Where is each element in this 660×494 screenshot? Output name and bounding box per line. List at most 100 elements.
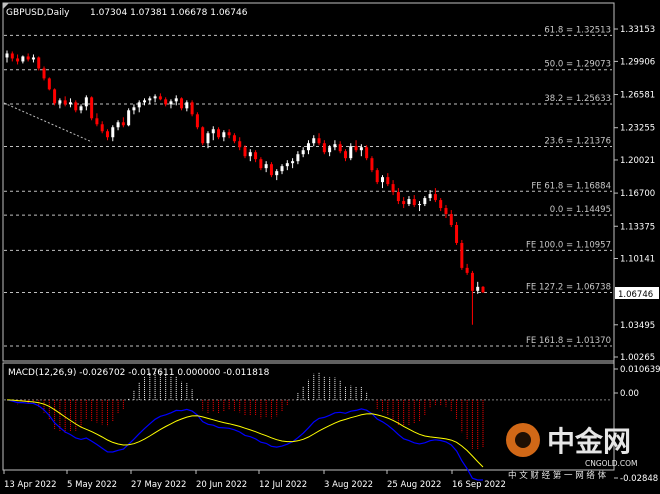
candle-body (185, 102, 189, 109)
candle-body (37, 57, 41, 69)
price-tick-label: 1.10141 (620, 255, 655, 265)
candle-body (16, 58, 20, 62)
candle-body (433, 194, 437, 201)
time-tick-label: 3 Aug 2022 (324, 480, 373, 490)
candle-body (26, 56, 30, 60)
candle-body (354, 146, 358, 151)
candle-body (254, 152, 258, 160)
candle-body (460, 242, 464, 268)
candle-body (211, 129, 215, 134)
candle-body (306, 143, 310, 151)
candle (481, 286, 485, 294)
candle-body (10, 53, 14, 59)
fib-level-label: FE 161.8 = 1.01370 (526, 336, 611, 346)
candle-body (201, 127, 205, 144)
candle-body (333, 144, 337, 148)
price-tick-label: 1.20021 (620, 156, 655, 166)
candle-body (174, 98, 178, 102)
time-tick-label: 25 Aug 2022 (387, 480, 441, 490)
candle (37, 56, 41, 71)
fib-level-label: 0.0 = 1.14495 (550, 205, 611, 215)
candle-body (206, 133, 210, 144)
candle-body (476, 286, 480, 291)
candle-body (455, 225, 459, 243)
fib-level-label: 23.6 = 1.21376 (544, 136, 611, 146)
candle-body (275, 171, 279, 176)
candle-body (90, 97, 94, 119)
price-tick-label: 1.23255 (620, 124, 655, 134)
candle-body (195, 114, 199, 128)
candle-body (338, 144, 342, 152)
candle-body (449, 214, 453, 226)
candle-body (259, 159, 263, 169)
macd-tick-label: 0.00 (620, 389, 639, 399)
candle (127, 108, 131, 127)
candle-body (217, 129, 221, 138)
candle-body (5, 53, 9, 58)
current-price-label: 1.06746 (618, 290, 653, 300)
candle (47, 77, 51, 91)
candle-body (465, 267, 469, 273)
candle-body (222, 132, 226, 138)
chart-window[interactable]: 61.8 = 1.32513 50.0 = 1.29073 38.2 = 1.256… (0, 0, 660, 494)
current-price-marker: 1.06746 (615, 287, 659, 300)
candle-body (132, 107, 136, 111)
candle-body (264, 164, 268, 169)
price-tick-label: 1.00265 (620, 353, 655, 363)
candle (269, 162, 273, 178)
fib-level-label: FE 127.2 = 1.06738 (526, 282, 611, 292)
price-tick-label: 1.29906 (620, 57, 655, 67)
candle-body (343, 151, 347, 159)
candle-body (243, 147, 247, 157)
candle-body (47, 78, 51, 90)
time-tick-label: 13 Apr 2022 (4, 480, 57, 490)
watermark-sub: 中 文 财 经 第 一 网 络 体 (508, 470, 607, 481)
candle (42, 66, 46, 81)
candle-body (407, 199, 411, 205)
time-tick-label: 16 Sep 2022 (452, 480, 506, 490)
candle (195, 112, 199, 130)
fib-level-label: 61.8 = 1.32513 (544, 25, 611, 35)
time-tick-label: 5 May 2022 (67, 480, 117, 490)
candle-body (84, 97, 88, 107)
watermark-cn: 中金网 (547, 425, 631, 458)
fib-level-label: 38.2 = 1.25633 (544, 94, 611, 104)
candle (370, 156, 374, 173)
candle-body (280, 166, 284, 172)
candle-body (439, 200, 443, 209)
candle-body (365, 147, 369, 159)
chart-symbol-label: GBPUSD,Daily (6, 8, 70, 18)
candle-body (42, 68, 46, 79)
price-tick-label: 1.26581 (620, 91, 655, 101)
candle-body (158, 96, 162, 100)
candle-body (68, 102, 72, 105)
candle-body (269, 164, 273, 176)
candle (90, 96, 94, 121)
candle-body (116, 122, 120, 128)
candle-body (137, 102, 141, 108)
candle-body (100, 124, 104, 132)
candle-body (470, 272, 474, 291)
candle (53, 88, 57, 106)
candle-body (232, 135, 236, 142)
candle-body (285, 163, 289, 167)
candle-body (481, 286, 485, 293)
candle-body (423, 198, 427, 205)
candle-body (153, 96, 157, 99)
price-tick-label: 1.33153 (620, 25, 655, 35)
candle (455, 222, 459, 245)
candle-body (164, 99, 168, 105)
macd-tick-label: -0.02848 (620, 474, 658, 484)
chart-ohlc-values: 1.07304 1.07381 1.06678 1.06746 (90, 8, 248, 18)
candle-body (248, 152, 252, 157)
candle (365, 145, 369, 161)
candle-body (301, 150, 305, 155)
fib-level-label: FE 100.0 = 1.10957 (526, 240, 611, 250)
candle-body (418, 204, 422, 206)
time-tick-label: 12 Jul 2022 (259, 480, 307, 490)
candle-body (95, 118, 99, 125)
candle (190, 100, 194, 117)
cngold-logo-inner-icon (515, 432, 531, 448)
candle-body (63, 100, 67, 105)
candle-body (328, 147, 332, 153)
